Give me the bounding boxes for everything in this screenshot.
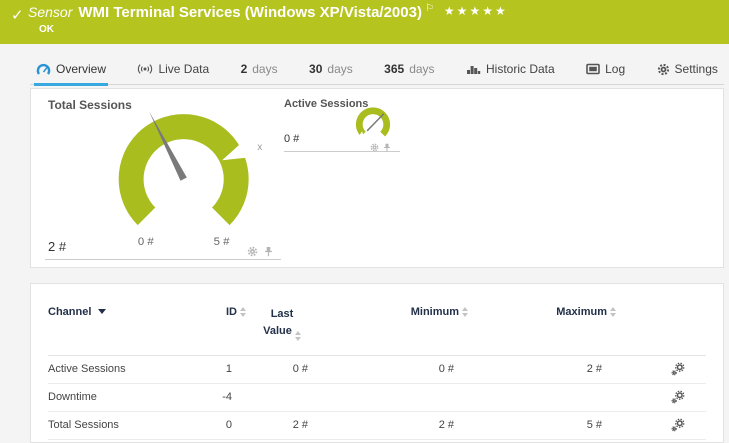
channel-name[interactable]: Active Sessions — [48, 363, 198, 375]
total-sessions-gauge: x 0 # 5 # — [97, 101, 279, 253]
active-sessions-current-value: 0 # — [284, 133, 299, 145]
channel-minimum: 2 # — [318, 419, 468, 431]
tab-2-days-number: 2 — [241, 62, 248, 76]
channel-id: 1 — [198, 363, 246, 375]
channel-id: -4 — [198, 391, 246, 403]
channels-panel: Channel ID Last Value Minimum Maximum — [30, 283, 724, 443]
channel-settings-gears-icon[interactable] — [616, 362, 706, 376]
status-check-icon: ✓ — [11, 6, 24, 24]
channel-name[interactable]: Total Sessions — [48, 419, 198, 431]
channel-minimum: 0 # — [318, 363, 468, 375]
tab-log-label: Log — [605, 62, 625, 76]
pin-icon[interactable] — [264, 244, 273, 262]
column-header-last-value[interactable]: Last Value — [246, 306, 318, 341]
tab-settings[interactable]: Settings — [655, 58, 720, 84]
column-header-channel[interactable]: Channel — [48, 306, 198, 318]
tab-365-days-number: 365 — [384, 62, 404, 76]
column-header-minimum[interactable]: Minimum — [318, 306, 468, 318]
tab-30-days[interactable]: 30 days — [307, 58, 355, 84]
sensor-header-bar: ✓ Sensor WMI Terminal Services (Windows X… — [0, 0, 729, 44]
gauge-needle — [367, 114, 384, 131]
channel-maximum: 2 # — [468, 363, 616, 375]
divider — [45, 259, 281, 260]
channel-id: 0 — [198, 419, 246, 431]
pin-icon[interactable] — [383, 139, 391, 157]
tab-historic-data-label: Historic Data — [486, 62, 555, 76]
gauge-icon — [36, 63, 51, 76]
tab-30-days-label: days — [327, 62, 352, 76]
gauge-scale-max-label: 5 # — [214, 236, 230, 248]
gauge-scale-min-label: 0 # — [138, 236, 154, 248]
channel-settings-gears-icon[interactable] — [616, 418, 706, 432]
channel-maximum: 5 # — [468, 419, 616, 431]
tab-bar: Overview Live Data 2 days 30 days 365 da… — [30, 54, 724, 85]
chevron-down-icon — [98, 309, 106, 314]
tab-overview-label: Overview — [56, 62, 106, 76]
table-row[interactable]: Active Sessions 1 0 # 0 # 2 # — [48, 356, 706, 384]
channel-settings-gears-icon[interactable] — [616, 390, 706, 404]
gauge-marker-label: x — [257, 142, 262, 153]
tab-30-days-number: 30 — [309, 62, 322, 76]
flag-icon[interactable]: ⚐ — [425, 3, 434, 14]
tab-live-data[interactable]: Live Data — [135, 58, 211, 84]
sensor-kind-label: Sensor — [28, 4, 72, 20]
column-header-id[interactable]: ID — [198, 306, 246, 318]
sort-icon — [610, 307, 616, 317]
log-icon — [586, 63, 600, 75]
tab-2-days[interactable]: 2 days — [239, 58, 280, 84]
tab-historic-data[interactable]: Historic Data — [464, 58, 557, 84]
priority-stars[interactable]: ★★★★★ — [444, 4, 508, 18]
channel-last-value: 2 # — [246, 419, 318, 431]
page-title: WMI Terminal Services (Windows XP/Vista/… — [78, 4, 422, 21]
tab-365-days[interactable]: 365 days — [382, 58, 436, 84]
channel-name[interactable]: Downtime — [48, 391, 198, 403]
sort-icon — [295, 331, 301, 341]
gear-icon[interactable] — [247, 244, 258, 262]
histogram-icon — [466, 63, 481, 75]
table-header-row: Channel ID Last Value Minimum Maximum — [48, 296, 706, 356]
tab-log[interactable]: Log — [584, 58, 627, 84]
tab-2-days-label: days — [252, 62, 277, 76]
tab-live-data-label: Live Data — [158, 62, 209, 76]
tab-overview[interactable]: Overview — [34, 58, 108, 86]
status-badge: OK — [39, 24, 54, 35]
gear-icon[interactable] — [370, 139, 379, 157]
channel-table: Channel ID Last Value Minimum Maximum — [48, 296, 706, 440]
column-header-maximum[interactable]: Maximum — [468, 306, 616, 318]
channel-last-value: 0 # — [246, 363, 318, 375]
gear-icon — [657, 63, 670, 76]
tab-365-days-label: days — [409, 62, 434, 76]
table-row[interactable]: Total Sessions 0 2 # 2 # 5 # — [48, 412, 706, 440]
table-row[interactable]: Downtime -4 — [48, 384, 706, 412]
gauges-panel: Total Sessions x 0 # 5 # 2 # Active Sess… — [30, 88, 724, 268]
tab-settings-label: Settings — [675, 62, 718, 76]
live-data-icon — [137, 63, 153, 75]
total-sessions-current-value: 2 # — [48, 239, 66, 254]
